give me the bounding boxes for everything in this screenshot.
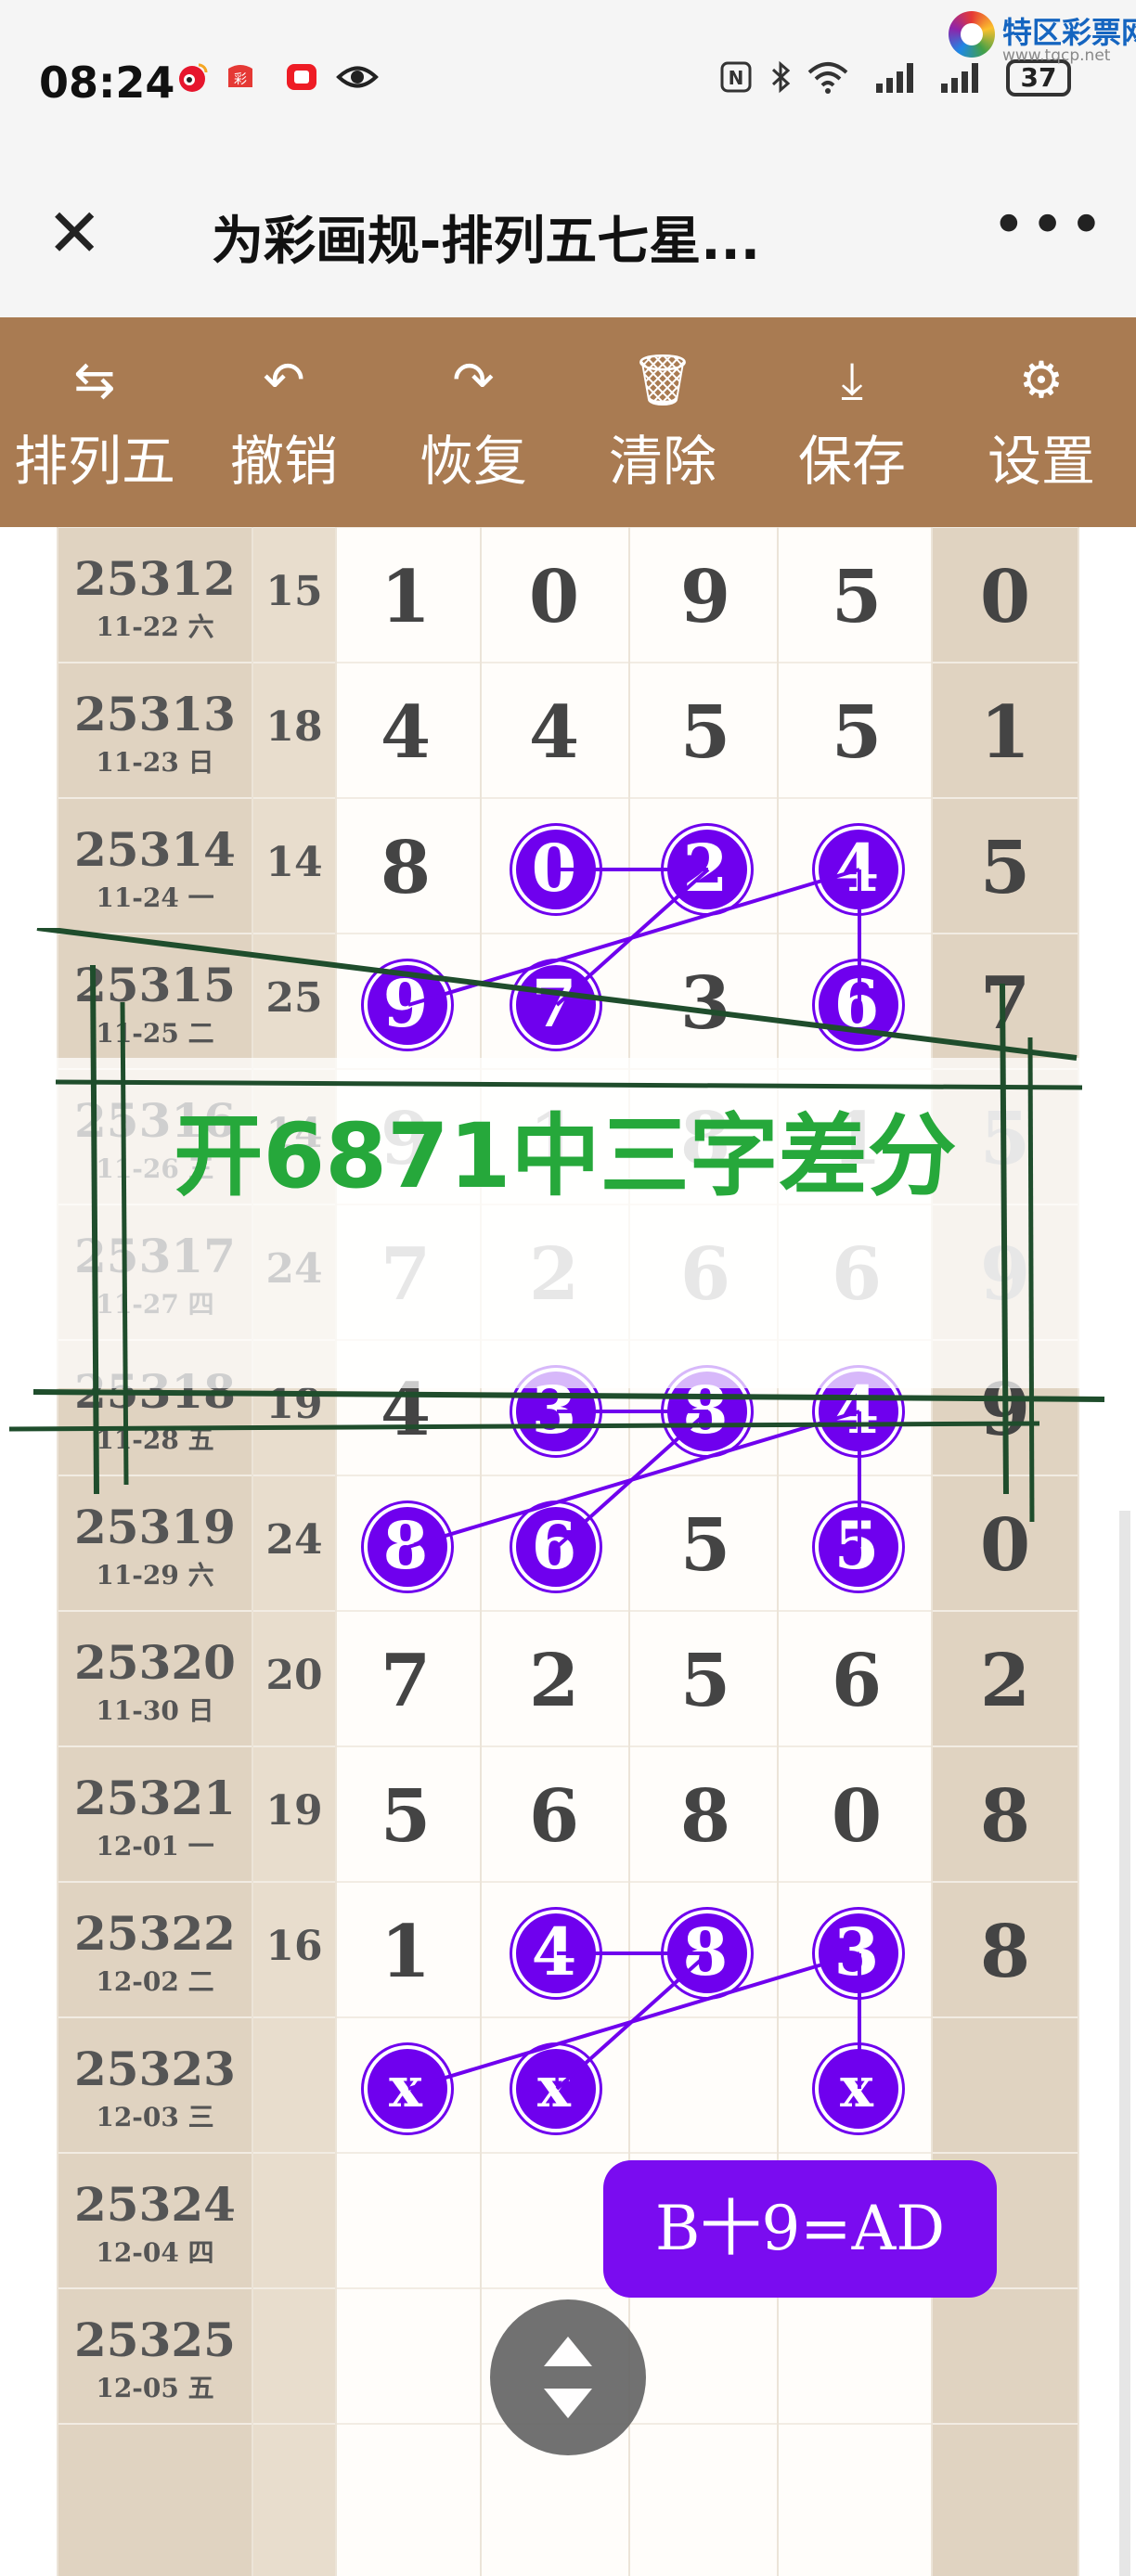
lottery-app-icon: 彩 — [228, 65, 252, 87]
arrow-down-icon — [544, 2389, 592, 2418]
clear-button[interactable]: 🗑 清除 — [568, 317, 757, 527]
scroll-toggle-button[interactable] — [490, 2299, 646, 2455]
bluetooth-icon — [771, 60, 791, 94]
eye-icon — [336, 66, 379, 88]
toolbar: ⇆ 排列五 ↶ 撤销 ↷ 恢复 🗑 清除 ⤓ 保存 ⚙ 设置 — [0, 317, 1136, 527]
page-title: 为彩画规-排列五七星... — [212, 212, 761, 272]
swap-icon: ⇆ — [73, 351, 116, 409]
svg-text:N: N — [729, 67, 744, 89]
watermark-swirl-icon — [949, 11, 995, 58]
annotation-text: 开6871中三字差分 — [174, 1104, 957, 1208]
frame-line — [8, 1421, 1040, 1432]
gear-icon: ⚙ — [1018, 351, 1065, 409]
more-menu-button[interactable]: ••• — [991, 191, 1107, 260]
weibo-icon — [179, 63, 208, 92]
wifi-icon — [807, 62, 848, 94]
connector-line — [407, 1951, 860, 2091]
red-app-icon — [287, 64, 316, 90]
frame-line — [55, 1079, 1083, 1090]
watermark-logo: 特区彩票网 www.tqcp.net — [945, 6, 1136, 71]
frame-line — [90, 964, 99, 1495]
redo-button[interactable]: ↷ 恢复 — [379, 317, 568, 527]
frame-line — [36, 928, 1078, 1061]
watermark-url: www.tqcp.net — [1002, 46, 1111, 65]
undo-button[interactable]: ↶ 撤销 — [189, 317, 379, 527]
undo-icon: ↶ — [263, 351, 305, 409]
close-icon[interactable]: ✕ — [46, 200, 102, 266]
frame-line — [1000, 983, 1009, 1495]
status-bar: 08:24 彩 N 37 特区彩票网 www.tqcp.net — [0, 0, 1136, 158]
toolbar-label: 设置 — [987, 430, 1095, 493]
toolbar-label: 清除 — [608, 430, 716, 493]
scrollbar[interactable] — [1119, 1511, 1130, 2576]
annotation-frame-lines — [8, 928, 1105, 1522]
arrow-up-icon — [544, 2337, 592, 2366]
trash-icon: 🗑 — [630, 351, 695, 409]
frame-line — [32, 1389, 1105, 1402]
signal-icon — [876, 63, 913, 93]
status-time: 08:24 — [39, 58, 175, 108]
frame-line — [120, 1001, 129, 1486]
redo-icon: ↷ — [452, 351, 495, 409]
save-button[interactable]: ⤓ 保存 — [757, 317, 947, 527]
settings-button[interactable]: ⚙ 设置 — [947, 317, 1136, 527]
toolbar-label: 排列五 — [13, 430, 175, 493]
switch-game-button[interactable]: ⇆ 排列五 — [0, 317, 189, 527]
download-icon: ⤓ — [841, 351, 863, 409]
toolbar-label: 恢复 — [419, 430, 527, 493]
svg-text:彩: 彩 — [234, 72, 247, 87]
formula-badge[interactable]: B十9=AD — [603, 2160, 997, 2298]
toolbar-label: 撤销 — [229, 430, 338, 493]
toolbar-label: 保存 — [797, 430, 906, 493]
nfc-icon: N — [720, 61, 752, 93]
